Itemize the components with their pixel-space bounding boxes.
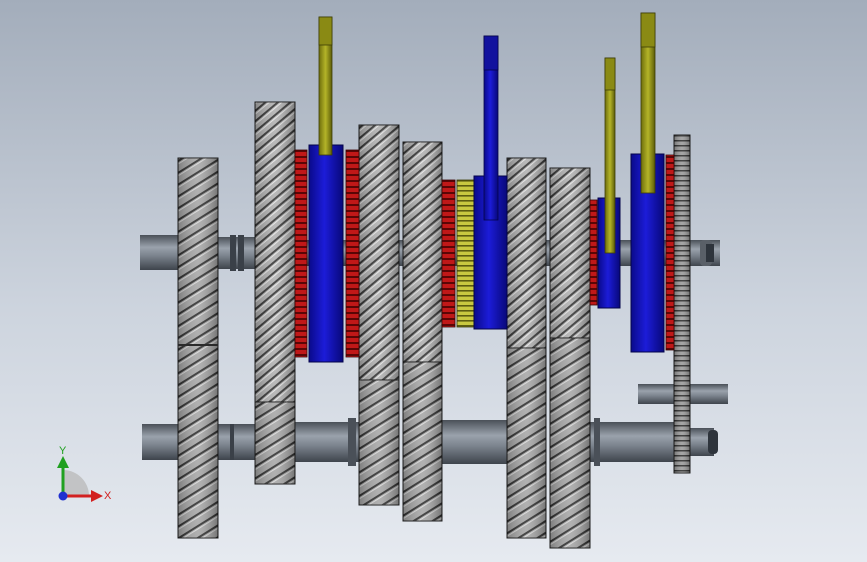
gear-third-counter[interactable] <box>358 379 400 506</box>
triad-x-label: X <box>104 490 112 502</box>
clutch-ring-3[interactable] <box>441 179 456 328</box>
gear-fourth-counter[interactable] <box>402 361 443 522</box>
gear-first-input[interactable] <box>177 157 219 539</box>
graphics-viewport[interactable]: Y X <box>0 0 867 562</box>
gear-fourth-main[interactable] <box>402 141 443 363</box>
gear-fifth-counter[interactable] <box>506 347 547 539</box>
gear-sixth-counter[interactable] <box>549 337 591 549</box>
synchro-hub-yellow[interactable] <box>456 179 475 328</box>
clutch-ring-2[interactable] <box>345 149 360 358</box>
z-axis-dot-icon <box>58 491 68 501</box>
shift-fork-reverse[interactable] <box>640 12 656 194</box>
triad-plane-arc <box>63 470 89 496</box>
gear-reverse-spur[interactable] <box>673 134 691 474</box>
gear-second-main[interactable] <box>254 101 296 403</box>
gearbox-assembly-model[interactable]: Y X <box>0 0 867 562</box>
gear-fifth-main[interactable] <box>506 157 547 349</box>
triad-y-label: Y <box>59 445 67 457</box>
gear-sixth-main[interactable] <box>549 167 591 339</box>
gear-third-main[interactable] <box>358 124 400 381</box>
y-axis-arrow-icon <box>57 456 69 468</box>
x-axis-arrow-icon <box>91 490 103 502</box>
clutch-ring-5[interactable] <box>665 154 675 351</box>
clutch-ring-4[interactable] <box>589 199 598 306</box>
synchronizer-sleeve-1-2[interactable] <box>308 144 344 363</box>
clutch-ring-1[interactable] <box>294 149 308 358</box>
shift-fork-5-6[interactable] <box>604 57 616 254</box>
shift-rod-3-4[interactable] <box>483 35 499 221</box>
gear-second-counter[interactable] <box>254 401 296 485</box>
shift-fork-1-2[interactable] <box>318 16 333 156</box>
coordinate-triad: Y X <box>57 445 112 502</box>
